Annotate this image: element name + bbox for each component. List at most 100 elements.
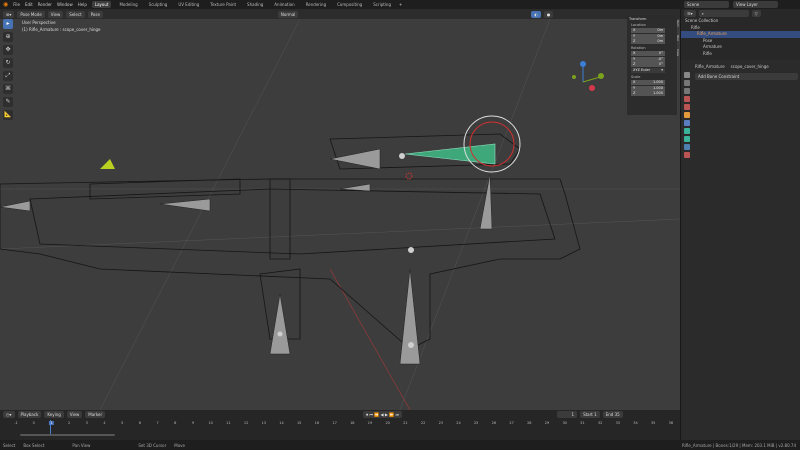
- location-y-field[interactable]: Y 0m: [631, 33, 665, 39]
- current-frame-field[interactable]: 1: [557, 411, 578, 418]
- top-menu-bar: ◉ File Edit Render Window Help Layout Mo…: [0, 0, 800, 9]
- world-tab-icon[interactable]: [684, 104, 690, 110]
- annotate-tool-icon[interactable]: ✎: [3, 97, 13, 107]
- menu-edit[interactable]: Edit: [25, 2, 33, 7]
- location-label: Location: [631, 23, 646, 27]
- measure-tool-icon[interactable]: 📐: [3, 110, 13, 120]
- menu-select[interactable]: Select: [66, 10, 85, 18]
- menu-view-timeline[interactable]: View: [66, 411, 83, 418]
- 3d-viewport[interactable]: [0, 19, 680, 410]
- viewport-header: ⊞▾ Pose Mode View Select Pose Normal ◐ ●: [0, 9, 680, 19]
- selected-bone[interactable]: [404, 143, 496, 165]
- texture-tab-icon[interactable]: [684, 152, 690, 158]
- tab-tool[interactable]: Tool: [675, 35, 680, 41]
- bone-constraint-tab-icon[interactable]: [684, 144, 690, 150]
- menu-keying[interactable]: Keying: [44, 411, 64, 418]
- menu-view[interactable]: View: [47, 10, 64, 18]
- menu-marker[interactable]: Marker: [85, 411, 106, 418]
- playback-controls[interactable]: ⏺ ⏮ ⏪ ◀ ▶ ⏩ ⏭: [363, 411, 403, 418]
- timeline-editor-icon[interactable]: ◷▾: [3, 411, 15, 418]
- bone-name[interactable]: scope_cover_hinge: [731, 64, 769, 69]
- tab-layout[interactable]: Layout: [91, 1, 112, 8]
- menu-render[interactable]: Render: [38, 2, 52, 7]
- tab-shading[interactable]: Shading: [244, 1, 266, 8]
- frame-tick-label: 13: [261, 421, 267, 425]
- location-x-field[interactable]: X 0m: [631, 28, 665, 33]
- tab-compositing[interactable]: Compositing: [334, 1, 365, 8]
- output-tab-icon[interactable]: [684, 88, 690, 94]
- bone[interactable]: [339, 183, 371, 192]
- bone[interactable]: [329, 148, 381, 170]
- tab-rendering[interactable]: Rendering: [303, 1, 329, 8]
- mode-dropdown[interactable]: Pose Mode: [17, 10, 45, 18]
- scene-tab-icon[interactable]: [684, 96, 690, 102]
- blender-logo-icon[interactable]: ◉: [3, 1, 8, 8]
- frame-tick-label: 24: [456, 421, 461, 425]
- tab-scripting[interactable]: Scripting: [370, 1, 394, 8]
- tab-sculpting[interactable]: Sculpting: [146, 1, 171, 8]
- viewport-info: User Perspective (1) Rifle_Armature : sc…: [22, 19, 101, 33]
- editor-type-button[interactable]: ⊞▾: [3, 10, 15, 18]
- bone[interactable]: [269, 293, 291, 355]
- frame-tick-label: 30: [562, 421, 567, 425]
- data-tab-icon[interactable]: [684, 128, 690, 134]
- add-bone-constraint-dropdown[interactable]: Add Bone Constraint: [695, 73, 798, 80]
- scale-x-field[interactable]: X 1.000: [631, 80, 665, 85]
- menu-window[interactable]: Window: [57, 2, 73, 7]
- bone[interactable]: [159, 198, 211, 212]
- move-tool-icon[interactable]: ✥: [3, 45, 13, 55]
- outliner-row[interactable]: Rifle: [681, 51, 800, 58]
- menu-playback[interactable]: Playback: [17, 411, 42, 418]
- shading-material-button[interactable]: ●: [543, 10, 554, 18]
- rotation-mode-dropdown[interactable]: XYZ Euler ▾: [631, 68, 665, 73]
- playhead[interactable]: [50, 420, 51, 434]
- tab-modeling[interactable]: Modeling: [116, 1, 140, 8]
- menu-help[interactable]: Help: [78, 2, 87, 7]
- render-tab-icon[interactable]: [684, 80, 690, 86]
- rotate-tool-icon[interactable]: ↻: [3, 58, 13, 68]
- constraints-tab-icon[interactable]: [684, 120, 690, 126]
- bone[interactable]: [479, 173, 493, 230]
- tab-item[interactable]: Item: [675, 20, 680, 27]
- transform-tool-icon[interactable]: ⌘: [3, 84, 13, 94]
- cursor-tool-icon[interactable]: ⊕: [3, 32, 13, 42]
- tab-animation[interactable]: Animation: [271, 1, 297, 8]
- object-tab-icon[interactable]: [684, 112, 690, 118]
- orientation-dropdown[interactable]: Normal: [277, 10, 299, 18]
- select-box-tool-icon[interactable]: ▸: [3, 19, 13, 29]
- tab-view[interactable]: View: [675, 49, 680, 56]
- start-frame-field[interactable]: Start 1: [580, 411, 600, 418]
- view-name: User Perspective: [22, 20, 56, 25]
- end-frame-field[interactable]: End 35: [602, 411, 623, 418]
- bone[interactable]: [399, 268, 421, 365]
- object-name[interactable]: Rifle_Armature: [695, 64, 725, 69]
- transform-header[interactable]: Transform: [629, 17, 675, 21]
- scale-z-field[interactable]: Z 1.000: [631, 91, 665, 96]
- filter-icon[interactable]: ▽: [751, 10, 761, 17]
- timeline-scrollbar[interactable]: [20, 434, 115, 436]
- menu-file[interactable]: File: [13, 2, 20, 7]
- shading-solid-button[interactable]: ◐: [531, 10, 541, 18]
- tab-texture-paint[interactable]: Texture Paint: [207, 1, 239, 8]
- status-set-cursor: Set 3D Cursor: [138, 442, 167, 448]
- rotation-z-field[interactable]: Z 0°: [631, 62, 665, 67]
- bone-tab-icon[interactable]: [684, 136, 690, 142]
- tab-uv-editing[interactable]: UV Editing: [175, 1, 202, 8]
- display-mode-button[interactable]: ☰▾: [684, 10, 696, 17]
- tool-tab-icon[interactable]: [684, 72, 690, 78]
- scale-tool-icon[interactable]: ⤢: [3, 71, 13, 81]
- menu-pose[interactable]: Pose: [87, 10, 103, 18]
- frame-tick-label: 28: [527, 421, 532, 425]
- properties-editor: Rifle_Armature scope_cover_hinge Add Bon…: [681, 60, 800, 440]
- rotation-y-field[interactable]: Y -0°: [631, 56, 665, 62]
- x-axis-line: [329, 268, 411, 410]
- add-workspace-button[interactable]: +: [399, 2, 402, 7]
- scene-field[interactable]: Scene: [684, 1, 729, 8]
- scale-y-field[interactable]: Y 1.000: [631, 85, 665, 91]
- view-layer-field[interactable]: View Layer: [733, 1, 778, 8]
- outliner-search-input[interactable]: ⌕: [698, 10, 749, 17]
- rotation-x-field[interactable]: X 0°: [631, 51, 665, 56]
- location-z-field[interactable]: Z 0m: [631, 39, 665, 44]
- navigation-gizmo[interactable]: [572, 61, 604, 91]
- bone[interactable]: [0, 200, 31, 212]
